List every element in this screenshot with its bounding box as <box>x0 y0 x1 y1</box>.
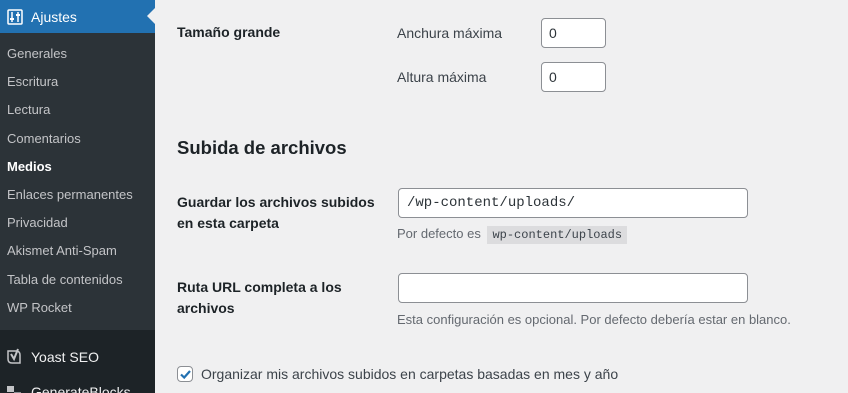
submenu-item-privacidad[interactable]: Privacidad <box>0 209 155 237</box>
submenu-item-comentarios[interactable]: Comentarios <box>0 125 155 153</box>
organize-uploads-checkbox[interactable] <box>177 366 193 382</box>
default-prefix: Por defecto es <box>397 226 481 241</box>
default-path-code: wp-content/uploads <box>487 226 628 244</box>
settings-submenu: Generales Escritura Lectura Comentarios … <box>0 33 155 330</box>
max-width-label: Anchura máxima <box>397 25 503 41</box>
upload-folder-label: Guardar los archivos subidos en esta car… <box>177 194 375 231</box>
submenu-item-escritura[interactable]: Escritura <box>0 68 155 96</box>
menu-item-generateblocks[interactable]: GenerateBlocks <box>0 375 155 393</box>
yoast-icon <box>5 348 23 366</box>
organize-uploads-label[interactable]: Organizar mis archivos subidos en carpet… <box>201 366 618 382</box>
upload-folder-input[interactable]: /wp-content/uploads/ <box>398 188 748 218</box>
submenu-item-enlaces-permanentes[interactable]: Enlaces permanentes <box>0 181 155 209</box>
upload-url-label: Ruta URL completa a los archivos <box>177 279 342 316</box>
submenu-item-wp-rocket[interactable]: WP Rocket <box>0 294 155 322</box>
upload-url-input[interactable] <box>398 273 748 303</box>
large-size-label: Tamaño grande <box>177 24 281 40</box>
media-settings-content: Tamaño grande Anchura máxima 0 Altura má… <box>155 0 848 393</box>
submenu-item-medios[interactable]: Medios <box>0 153 155 181</box>
max-width-input[interactable]: 0 <box>541 18 606 48</box>
organize-uploads-row: Organizar mis archivos subidos en carpet… <box>177 366 618 382</box>
upload-url-desc: Esta configuración es opcional. Por defe… <box>397 312 791 327</box>
admin-sidebar: Ajustes Generales Escritura Lectura Come… <box>0 0 155 393</box>
uploads-section-title: Subida de archivos <box>177 137 347 158</box>
submenu-item-lectura[interactable]: Lectura <box>0 96 155 124</box>
upload-folder-default-desc: Por defecto es wp-content/uploads <box>397 226 628 244</box>
settings-sliders-icon <box>7 8 23 25</box>
submenu-item-tabla-contenidos[interactable]: Tabla de contenidos <box>0 266 155 294</box>
submenu-item-akismet[interactable]: Akismet Anti-Spam <box>0 237 155 265</box>
max-height-input[interactable]: 0 <box>541 62 606 92</box>
generateblocks-icon <box>5 383 23 393</box>
max-height-label: Altura máxima <box>397 69 487 85</box>
menu-item-yoast-seo[interactable]: Yoast SEO <box>0 340 155 374</box>
plugin-label: Yoast SEO <box>31 349 99 365</box>
plugin-label: GenerateBlocks <box>31 384 131 393</box>
menu-item-label: Ajustes <box>31 8 77 25</box>
submenu-item-generales[interactable]: Generales <box>0 40 155 68</box>
checkmark-icon <box>179 369 191 379</box>
menu-item-ajustes[interactable]: Ajustes <box>0 0 155 33</box>
